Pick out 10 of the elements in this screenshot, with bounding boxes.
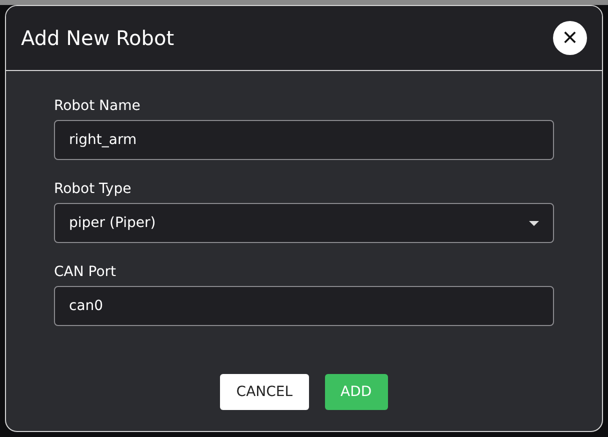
field-label: Robot Name — [54, 98, 142, 114]
caret-icon — [529, 220, 539, 226]
cancel-button[interactable]: CANCEL — [220, 374, 309, 410]
field-label: CAN Port — [54, 264, 118, 280]
input-field[interactable]: can0 — [54, 286, 554, 326]
input-field[interactable]: right_arm — [54, 120, 554, 160]
field-label: Robot Type — [54, 181, 132, 197]
dialog-title: Add New Robot — [21, 26, 174, 50]
robot-type-dropdown[interactable]: piper (Piper) — [54, 203, 554, 243]
close-button[interactable]: × — [553, 21, 587, 55]
